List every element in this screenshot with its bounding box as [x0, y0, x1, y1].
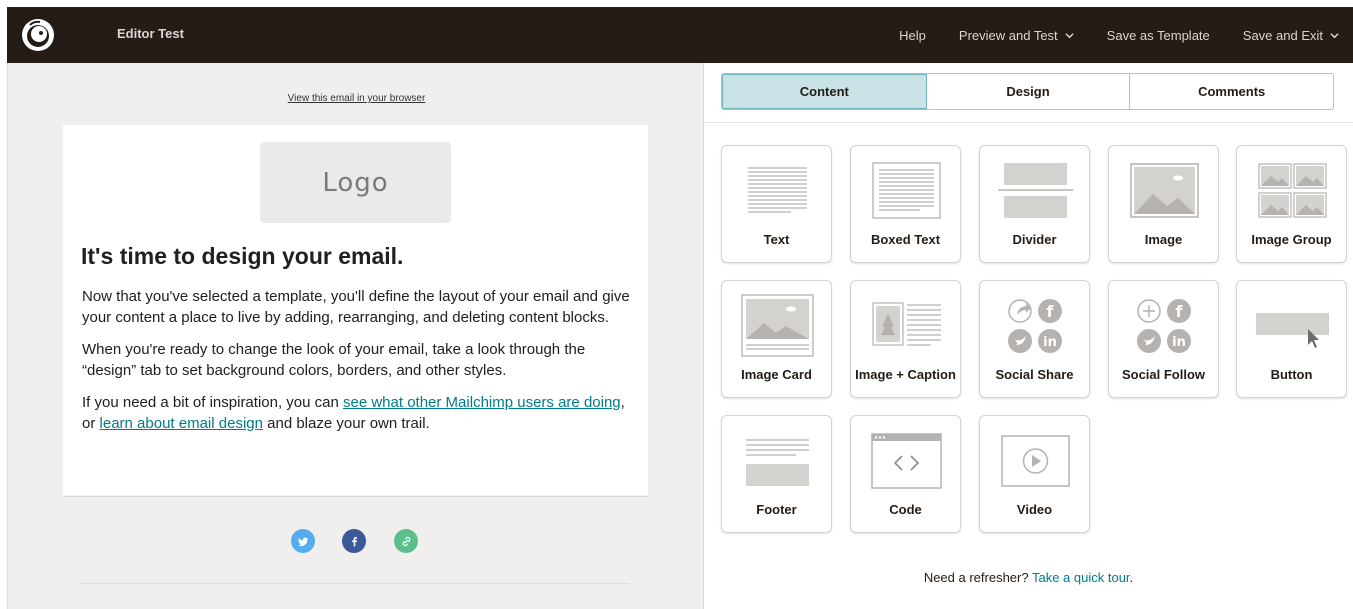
- svg-text:in: in: [1043, 335, 1057, 350]
- save-as-template-button[interactable]: Save as Template: [1107, 28, 1210, 43]
- button-block-icon: [1256, 313, 1329, 348]
- divider-block[interactable]: Divider: [979, 145, 1090, 263]
- code-block-icon: [871, 433, 942, 489]
- top-nav: Help Preview and Test Save as Template S…: [866, 7, 1339, 63]
- mailchimp-logo-icon[interactable]: [20, 17, 56, 53]
- social-follow-block-icon: f in: [1137, 299, 1191, 353]
- block-label: Image + Caption: [855, 367, 956, 382]
- editor-sidebar: Content Design Comments Text Boxed Text …: [704, 63, 1353, 609]
- block-label: Divider: [1012, 232, 1057, 247]
- text-block[interactable]: Text: [721, 145, 832, 263]
- email-paragraph-2: When you're ready to change the look of …: [82, 341, 586, 379]
- block-label: Button: [1270, 367, 1313, 382]
- learn-email-design-link[interactable]: learn about email design: [100, 415, 263, 432]
- editor-tabs: Content Design Comments: [721, 73, 1334, 110]
- twitter-icon[interactable]: [291, 529, 315, 553]
- help-label: Help: [899, 27, 926, 43]
- email-paragraph-1: Now that you've selected a template, you…: [82, 288, 630, 326]
- tab-content[interactable]: Content: [722, 74, 927, 109]
- logo-placeholder[interactable]: Logo: [260, 142, 451, 223]
- video-block-icon: [1001, 435, 1070, 487]
- boxed-text-block-icon: [872, 162, 941, 219]
- svg-text:f: f: [1176, 302, 1184, 321]
- block-label: Code: [889, 502, 922, 517]
- footer-block[interactable]: Footer: [721, 415, 832, 533]
- footer-block-icon: [746, 439, 809, 486]
- social-share-block[interactable]: f in Social Share: [979, 280, 1090, 398]
- image-block-icon: [1130, 163, 1199, 218]
- email-paragraph-3: If you need a bit of inspiration, you ca…: [82, 392, 630, 434]
- refresher-text: Need a refresher? Take a quick tour.: [704, 570, 1353, 585]
- image-group-block-icon: [1258, 163, 1327, 218]
- divider-block-icon: [998, 163, 1073, 218]
- email-heading: It's time to design your email.: [81, 243, 404, 269]
- email-text: Now that you've selected a template, you…: [82, 286, 630, 445]
- email-body-block[interactable]: Logo It's time to design your email. Now…: [63, 125, 648, 495]
- block-label: Social Follow: [1121, 367, 1206, 382]
- preview-and-test-dropdown[interactable]: Preview and Test: [959, 28, 1074, 43]
- svg-text:f: f: [1047, 302, 1055, 321]
- social-follow-block[interactable]: f in Social Follow: [1108, 280, 1219, 398]
- boxed-text-block[interactable]: Boxed Text: [850, 145, 961, 263]
- top-bar: Editor Test Help Preview and Test Save a…: [7, 7, 1353, 63]
- block-label: Social Share: [995, 367, 1074, 382]
- divider: [63, 496, 648, 497]
- image-block[interactable]: Image: [1108, 145, 1219, 263]
- save-template-label: Save as Template: [1106, 27, 1210, 43]
- tab-design[interactable]: Design: [927, 74, 1131, 109]
- code-block[interactable]: Code: [850, 415, 961, 533]
- image-card-block-icon: [741, 294, 814, 357]
- quick-tour-link[interactable]: Take a quick tour: [1032, 570, 1130, 585]
- chevron-down-icon: [1065, 32, 1074, 38]
- block-label: Image Group: [1251, 232, 1332, 247]
- help-link[interactable]: Help: [899, 28, 926, 43]
- block-label: Image Card: [741, 367, 812, 382]
- block-label: Footer: [756, 502, 797, 517]
- view-in-browser-link[interactable]: View this email in your browser: [8, 93, 703, 104]
- block-label: Video: [1016, 502, 1053, 517]
- save-exit-label: Save and Exit: [1242, 27, 1323, 43]
- preview-label: Preview and Test: [958, 27, 1058, 43]
- email-preview-pane: View this email in your browser Logo It'…: [7, 63, 704, 609]
- app-title: Editor Test: [117, 26, 184, 41]
- refresher-end: .: [1129, 570, 1134, 585]
- image-caption-block[interactable]: Image + Caption: [850, 280, 961, 398]
- see-other-users-link[interactable]: see what other Mailchimp users are doing: [343, 394, 621, 411]
- link-icon[interactable]: [394, 529, 418, 553]
- divider: [704, 122, 1353, 123]
- refresher-label: Need a refresher?: [923, 570, 1032, 585]
- p3-start: If you need a bit of inspiration, you ca…: [82, 394, 343, 411]
- save-and-exit-dropdown[interactable]: Save and Exit: [1243, 28, 1339, 43]
- block-label: Boxed Text: [870, 232, 941, 247]
- tab-comments[interactable]: Comments: [1130, 74, 1333, 109]
- image-caption-block-icon: [872, 302, 941, 346]
- block-label: Text: [763, 232, 790, 247]
- video-block[interactable]: Video: [979, 415, 1090, 533]
- facebook-icon[interactable]: [342, 529, 366, 553]
- p3-end: and blaze your own trail.: [262, 415, 430, 432]
- text-block-icon: [748, 167, 807, 213]
- svg-text:in: in: [1172, 335, 1186, 350]
- chevron-down-icon: [1330, 32, 1339, 38]
- block-label: Image: [1144, 232, 1183, 247]
- image-group-block[interactable]: Image Group: [1236, 145, 1347, 263]
- button-block[interactable]: Button: [1236, 280, 1347, 398]
- image-card-block[interactable]: Image Card: [721, 280, 832, 398]
- social-share-block-icon: f in: [1008, 299, 1062, 353]
- divider: [80, 583, 630, 584]
